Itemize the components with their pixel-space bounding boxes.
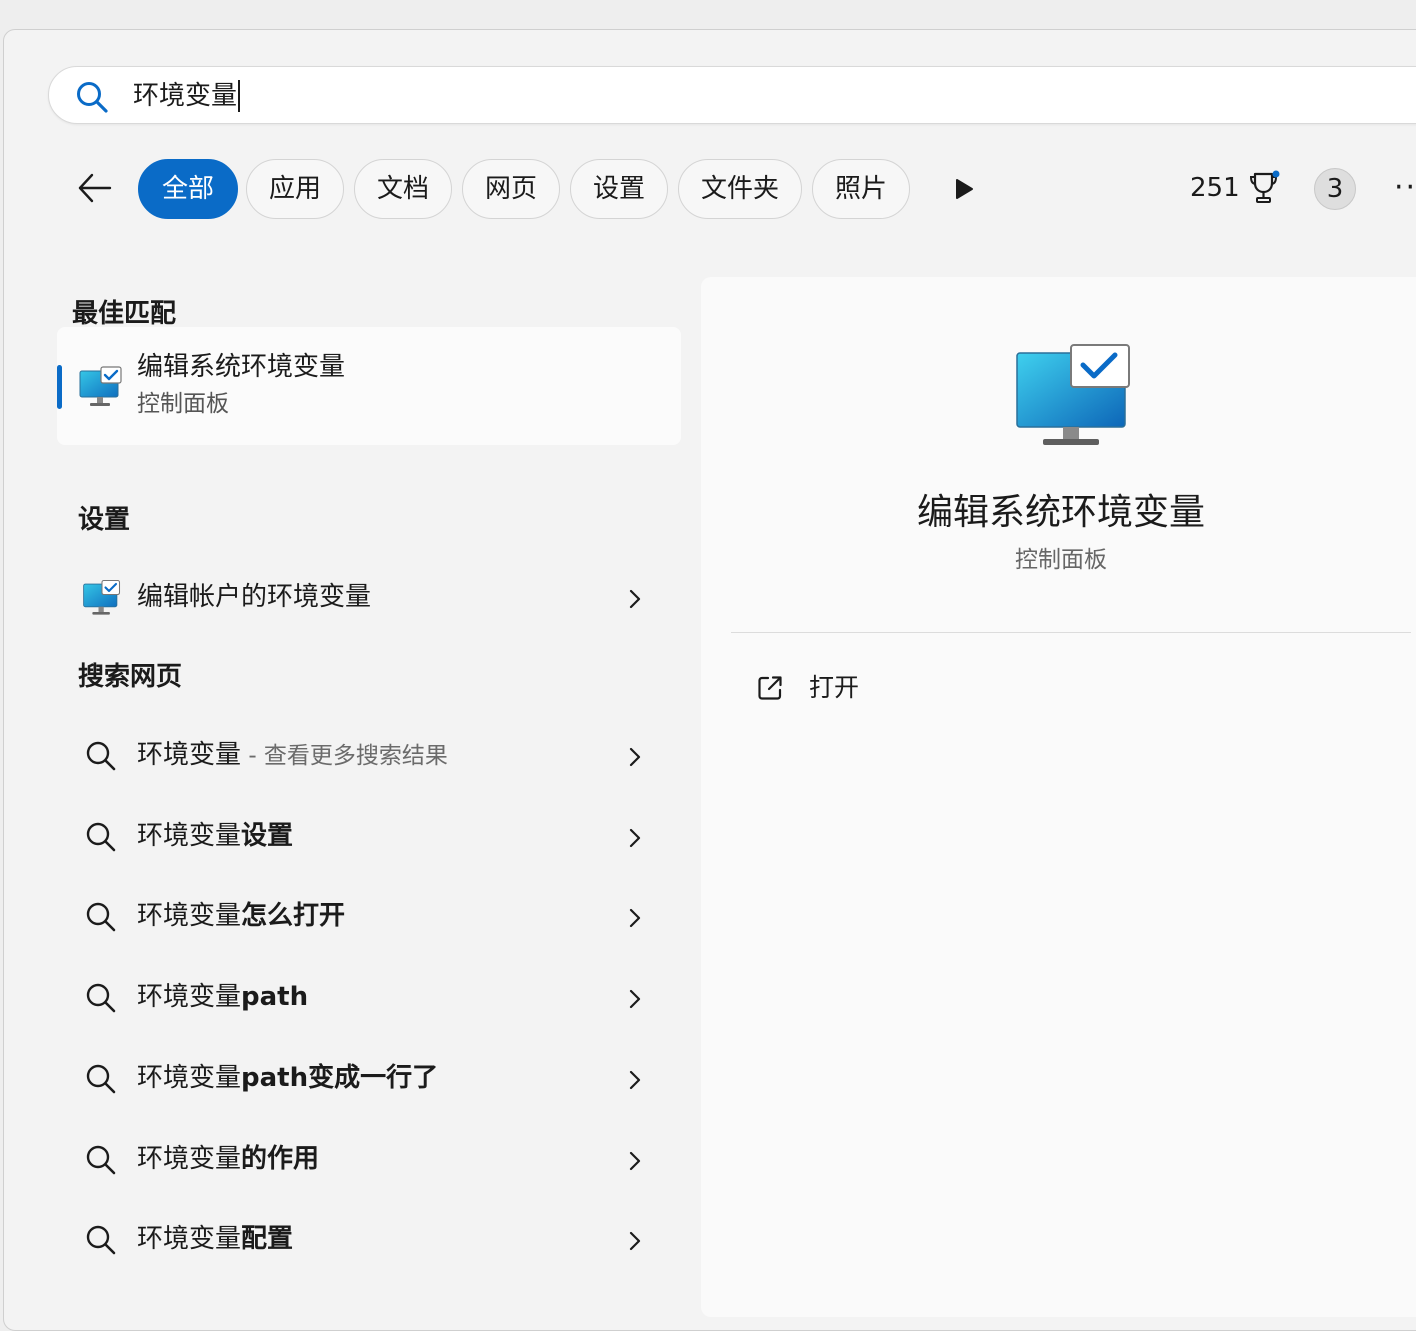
web-suggestion[interactable]: 环境变量配置 [57, 1208, 681, 1272]
search-icon [86, 822, 116, 852]
trophy-icon[interactable] [1248, 170, 1282, 206]
web-search-heading: 搜索网页 [78, 662, 183, 692]
settings-item[interactable]: 编辑帐户的环境变量 [57, 566, 681, 630]
search-query-text: 环境变量 [133, 81, 238, 111]
web-suggestion-label: 环境变量怎么打开 [137, 901, 346, 931]
chevron-right-icon[interactable] [623, 1148, 647, 1174]
preview-pane: 编辑系统环境变量 控制面板 打开 [701, 277, 1416, 1317]
text-caret [238, 80, 241, 112]
search-box[interactable]: 环境变量 [48, 66, 1416, 124]
rewards-points[interactable]: 251 [1190, 170, 1240, 206]
monitor-check-icon [79, 366, 122, 406]
search-icon [86, 902, 116, 932]
chevron-right-icon[interactable] [623, 1067, 647, 1093]
web-suggestion[interactable]: 环境变量path [57, 966, 681, 1030]
filter-all[interactable]: 全部 [138, 159, 238, 219]
best-match-subtitle: 控制面板 [137, 391, 229, 417]
search-icon [86, 1225, 116, 1255]
selection-indicator [57, 365, 62, 409]
chevron-right-icon[interactable] [623, 744, 647, 770]
filter-web[interactable]: 网页 [462, 159, 560, 219]
chevron-right-icon[interactable] [623, 1228, 647, 1254]
back-arrow-icon[interactable] [74, 168, 114, 208]
best-match-heading: 最佳匹配 [72, 299, 177, 329]
web-suggestion[interactable]: 环境变量的作用 [57, 1128, 681, 1192]
best-match-item[interactable]: 编辑系统环境变量 控制面板 [57, 327, 681, 445]
play-more-icon[interactable] [948, 172, 980, 206]
web-suggestion[interactable]: 环境变量怎么打开 [57, 885, 681, 949]
web-suggestion-label: 环境变量path [137, 982, 309, 1012]
web-suggestion-label: 环境变量 - 查看更多搜索结果 [137, 740, 448, 770]
filter-photos[interactable]: 照片 [812, 159, 910, 219]
filter-folders[interactable]: 文件夹 [678, 159, 802, 219]
preview-title: 编辑系统环境变量 [916, 492, 1205, 533]
open-external-icon [758, 676, 782, 700]
web-suggestion-label: 环境变量设置 [137, 821, 294, 851]
web-suggestion-label: 环境变量的作用 [137, 1144, 320, 1174]
open-action[interactable]: 打开 [741, 667, 941, 711]
best-match-title: 编辑系统环境变量 [137, 352, 346, 382]
filter-settings[interactable]: 设置 [570, 159, 668, 219]
search-icon [86, 741, 116, 771]
chevron-right-icon[interactable] [623, 905, 647, 931]
monitor-check-icon [83, 579, 121, 615]
more-options-icon[interactable]: ·· [1394, 170, 1416, 206]
chevron-right-icon[interactable] [623, 825, 647, 851]
chevron-right-icon[interactable] [623, 586, 647, 612]
divider [731, 632, 1411, 633]
web-suggestion[interactable]: 环境变量 - 查看更多搜索结果 [57, 724, 681, 788]
chevron-right-icon[interactable] [623, 986, 647, 1012]
settings-item-label: 编辑帐户的环境变量 [137, 582, 372, 612]
web-suggestion[interactable]: 环境变量path变成一行了 [57, 1047, 681, 1111]
notification-badge[interactable]: 3 [1314, 168, 1356, 210]
search-input[interactable]: 环境变量 [133, 80, 241, 112]
search-icon [86, 1064, 116, 1094]
monitor-check-icon [1016, 344, 1130, 445]
web-suggestion[interactable]: 环境变量设置 [57, 805, 681, 869]
open-action-label: 打开 [809, 673, 860, 702]
settings-heading: 设置 [78, 505, 131, 535]
filter-documents[interactable]: 文档 [354, 159, 452, 219]
preview-subtitle: 控制面板 [1015, 547, 1107, 573]
search-icon [86, 983, 116, 1013]
search-icon [86, 1145, 116, 1175]
search-icon [77, 82, 108, 113]
web-suggestion-label: 环境变量配置 [137, 1224, 294, 1254]
filter-apps[interactable]: 应用 [246, 159, 344, 219]
web-suggestion-label: 环境变量path变成一行了 [137, 1063, 439, 1093]
